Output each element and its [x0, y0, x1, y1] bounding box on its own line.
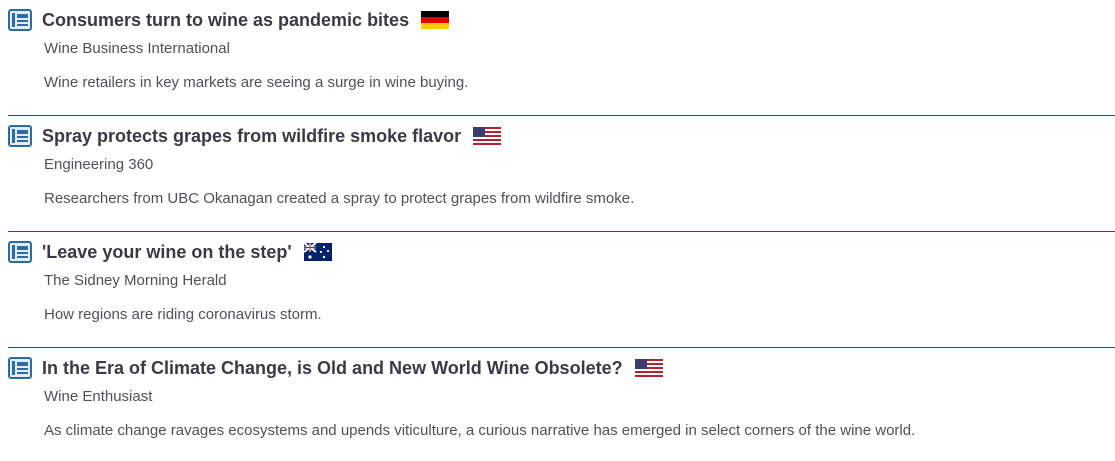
title-row: In the Era of Climate Change, is Old and…	[8, 354, 663, 382]
newspaper-icon	[8, 357, 32, 379]
usa-flag-icon	[473, 127, 502, 145]
news-list: Consumers turn to wine as pandemic bites…	[0, 0, 1115, 460]
article-source: Wine Business International	[44, 40, 230, 57]
newspaper-icon	[8, 9, 32, 31]
list-item: 'Leave your wine on the step' The Sidney…	[0, 232, 1115, 348]
article-title-link[interactable]: Spray protects grapes from wildfire smok…	[42, 126, 461, 147]
article-description: Researchers from UBC Okanagan created a …	[44, 190, 635, 207]
title-row: Spray protects grapes from wildfire smok…	[8, 122, 502, 150]
article-source: The Sidney Morning Herald	[44, 272, 227, 289]
title-row: Consumers turn to wine as pandemic bites	[8, 6, 450, 34]
newspaper-icon	[8, 125, 32, 147]
article-title-link[interactable]: 'Leave your wine on the step'	[42, 242, 292, 263]
germany-flag-icon	[421, 11, 450, 29]
article-description: How regions are riding coronavirus storm…	[44, 306, 322, 323]
list-item: In the Era of Climate Change, is Old and…	[0, 348, 1115, 460]
article-title-link[interactable]: Consumers turn to wine as pandemic bites	[42, 10, 409, 31]
article-source: Engineering 360	[44, 156, 154, 173]
list-item: Spray protects grapes from wildfire smok…	[0, 116, 1115, 232]
newspaper-icon	[8, 241, 32, 263]
list-item: Consumers turn to wine as pandemic bites…	[0, 0, 1115, 116]
usa-flag-icon	[634, 359, 663, 377]
article-title-link[interactable]: In the Era of Climate Change, is Old and…	[42, 358, 623, 379]
article-source: Wine Enthusiast	[44, 388, 153, 405]
australia-flag-icon	[303, 243, 332, 261]
article-description: As climate change ravages ecosystems and…	[44, 422, 916, 439]
article-description: Wine retailers in key markets are seeing…	[44, 74, 469, 91]
title-row: 'Leave your wine on the step'	[8, 238, 332, 266]
